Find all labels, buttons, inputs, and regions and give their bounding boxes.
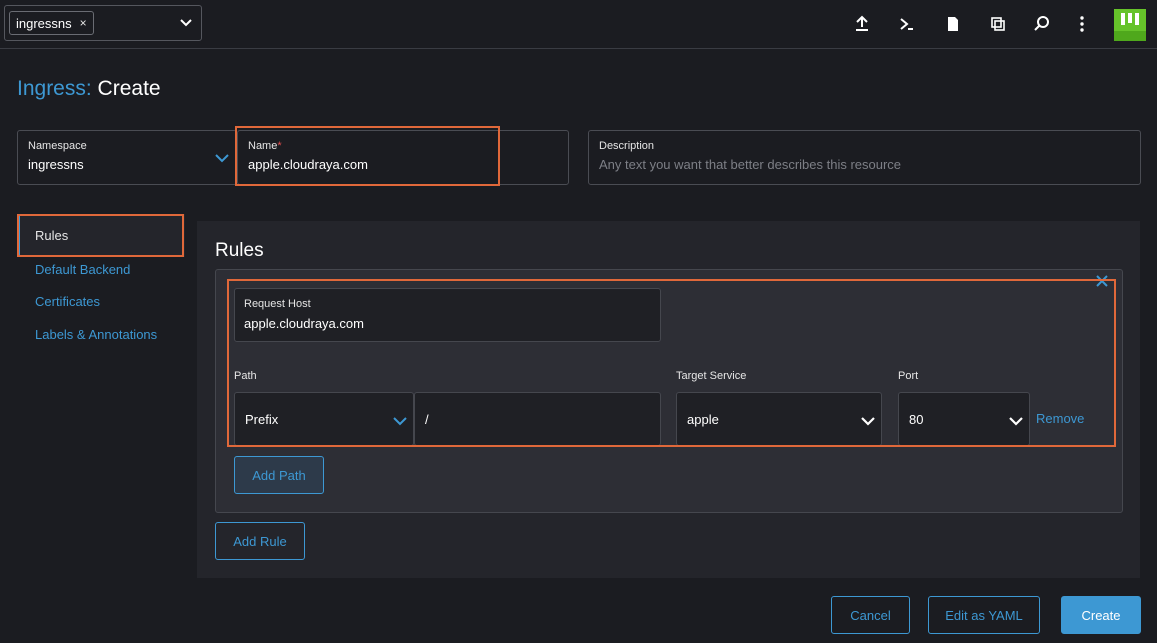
chevron-down-icon[interactable]	[393, 414, 407, 428]
search-icon[interactable]	[1032, 14, 1052, 34]
namespace-select[interactable]: Namespace ingressns	[17, 130, 237, 185]
port-select[interactable]: 80	[898, 392, 1030, 446]
path-label: Path	[234, 370, 257, 382]
rules-panel: Rules Request Host apple.cloudraya.com P…	[197, 221, 1140, 578]
file-icon[interactable]	[943, 14, 963, 34]
sidebar-item-label: Rules	[35, 228, 69, 243]
avatar-logo-icon	[1114, 9, 1146, 41]
target-service-label: Target Service	[676, 370, 747, 382]
target-service-value: apple	[687, 412, 719, 427]
name-value: apple.cloudraya.com	[248, 157, 368, 172]
request-host-value: apple.cloudraya.com	[244, 316, 364, 331]
add-path-button[interactable]: Add Path	[234, 456, 324, 494]
page-title-kind: Ingress:	[17, 77, 92, 100]
rules-heading: Rules	[215, 240, 264, 261]
terminal-icon[interactable]	[897, 14, 917, 34]
add-rule-button[interactable]: Add Rule	[215, 522, 305, 560]
namespace-chip-label: ingressns	[16, 15, 72, 31]
chevron-down-icon[interactable]	[179, 15, 193, 29]
sidebar-item-certificates[interactable]: Certificates	[35, 294, 100, 309]
sidebar-item-default-backend[interactable]: Default Backend	[35, 262, 130, 277]
description-placeholder: Any text you want that better describes …	[599, 157, 902, 172]
top-bar: ingressns ×	[0, 0, 1157, 49]
create-button[interactable]: Create	[1061, 596, 1141, 634]
page-title: Ingress: Create	[17, 77, 161, 101]
sidebar-item-labels-annotations[interactable]: Labels & Annotations	[35, 327, 157, 342]
chevron-down-icon[interactable]	[1009, 414, 1023, 428]
close-icon[interactable]	[1094, 273, 1110, 289]
namespace-value: ingressns	[28, 157, 84, 172]
upload-icon[interactable]	[852, 14, 872, 34]
request-host-input[interactable]: Request Host apple.cloudraya.com	[234, 288, 661, 342]
name-label: Name*	[248, 140, 282, 152]
request-host-label: Request Host	[244, 298, 311, 310]
required-mark: *	[277, 140, 282, 152]
path-type-select[interactable]: Prefix	[234, 392, 414, 446]
copy-icon[interactable]	[988, 14, 1008, 34]
page-title-action: Create	[97, 77, 161, 100]
cancel-button[interactable]: Cancel	[831, 596, 910, 634]
more-icon[interactable]	[1072, 14, 1092, 34]
namespace-chip: ingressns ×	[9, 11, 94, 35]
target-service-select[interactable]: apple	[676, 392, 882, 446]
description-field[interactable]: Description Any text you want that bette…	[588, 130, 1141, 185]
description-label: Description	[599, 140, 655, 152]
chevron-down-icon[interactable]	[861, 414, 875, 428]
rule-card: Request Host apple.cloudraya.com Path Ta…	[215, 269, 1123, 513]
path-input[interactable]: /	[414, 392, 661, 446]
namespace-filter[interactable]: ingressns ×	[4, 5, 202, 41]
chip-remove-icon[interactable]: ×	[80, 16, 87, 30]
chevron-down-icon[interactable]	[215, 151, 229, 165]
namespace-label: Namespace	[28, 140, 87, 152]
path-value: /	[425, 412, 429, 427]
port-label: Port	[898, 370, 919, 382]
path-type-value: Prefix	[245, 412, 279, 427]
avatar[interactable]	[1114, 9, 1146, 41]
name-field[interactable]: Name* apple.cloudraya.com	[237, 130, 569, 185]
edit-as-yaml-button[interactable]: Edit as YAML	[928, 596, 1040, 634]
remove-path-link[interactable]: Remove	[1036, 411, 1084, 426]
sidebar-item-rules[interactable]: Rules	[17, 214, 185, 257]
port-value: 80	[909, 412, 924, 427]
